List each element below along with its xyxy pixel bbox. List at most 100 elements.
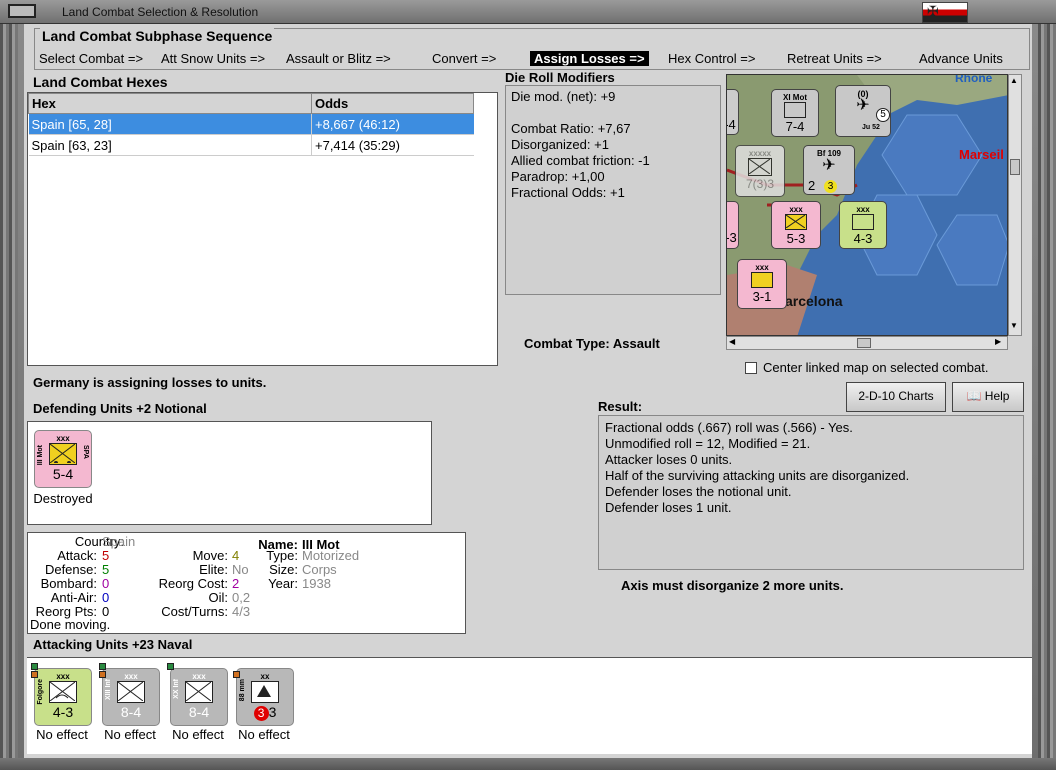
unit-badge: 3	[253, 706, 269, 721]
scroll-right-icon[interactable]: ▶	[995, 337, 1001, 346]
antiair-label: Anti-Air:	[50, 590, 97, 605]
unit-name: XX Inf	[173, 679, 180, 699]
infantry-symbol-icon	[748, 158, 772, 176]
map-label-barcelona: arcelona	[785, 293, 843, 309]
reorg-cost-label: Reorg Cost:	[158, 576, 228, 591]
scroll-up-icon[interactable]: ▲	[1010, 76, 1018, 85]
map-counter-xi-mot[interactable]: XI Mot 7-4	[771, 89, 819, 137]
odds-cell: +8,667 (46:12)	[311, 113, 474, 135]
unit-nation: SPA	[82, 445, 89, 459]
combat-type-value: Assault	[612, 336, 660, 351]
result-line: Defender loses the notional unit.	[605, 484, 792, 499]
hex-cell: Spain [63, 23]	[28, 134, 312, 156]
map-counter-value: 5-3	[786, 231, 806, 246]
attacking-unit-counter[interactable]: xxx 4-3 Folgore	[31, 663, 92, 726]
table-row[interactable]: Spain [65, 28] +8,667 (46:12)	[28, 113, 474, 135]
col-odds[interactable]: Odds	[311, 93, 474, 114]
status-dot	[167, 663, 174, 670]
map-horizontal-scrollbar[interactable]: ◀ ▶	[726, 336, 1008, 350]
artillery-symbol-icon	[251, 681, 279, 703]
subphase-step-advance-units[interactable]: Advance Units	[919, 51, 1003, 66]
center-map-label: Center linked map on selected combat.	[763, 360, 989, 375]
linked-map[interactable]: Rhone Marseil arcelona -4 XI Mot 7-4 (0)…	[726, 74, 1008, 336]
defending-units-panel: xxx 5-4 III Mot SPA Destroyed	[27, 421, 432, 525]
subphase-step-hex-control[interactable]: Hex Control =>	[668, 51, 755, 66]
subphase-step-select-combat[interactable]: Select Combat =>	[39, 51, 143, 66]
unit-strength: 8-4	[188, 704, 210, 720]
unit-size: xxx	[56, 434, 70, 443]
map-counter-vii-garr[interactable]: xxx 3-1	[737, 259, 787, 309]
defending-unit-counter[interactable]: xxx 5-4 III Mot SPA	[34, 430, 92, 488]
infantry-symbol-icon	[117, 681, 145, 703]
friction-line: Allied combat friction: -1	[511, 153, 650, 168]
result-line: Fractional odds (.667) roll was (.566) -…	[605, 420, 853, 435]
paratrooper-symbol-icon	[49, 681, 77, 703]
help-button-label: Help	[984, 389, 1010, 403]
unit-strength: 4-3	[52, 704, 74, 720]
result-line: Defender loses 1 unit.	[605, 500, 732, 515]
map-vertical-scrollbar[interactable]: ▲ ▼	[1008, 74, 1022, 336]
map-counter-badge: 3	[824, 180, 837, 193]
vertical-scroll-thumb[interactable]	[1010, 159, 1020, 175]
subphase-step-convert[interactable]: Convert =>	[432, 51, 496, 66]
type-label: Type:	[266, 548, 298, 563]
map-counter-folgore[interactable]: xxx 4-3	[839, 201, 887, 249]
result-heading: Result:	[598, 399, 643, 414]
map-counter-top: xxx	[789, 205, 803, 214]
result-line: Attacker loses 0 units.	[605, 452, 733, 467]
subphase-step-retreat-units[interactable]: Retreat Units =>	[787, 51, 882, 66]
horizontal-scroll-thumb[interactable]	[857, 338, 871, 348]
attacking-unit-counter[interactable]: xxx 8-4 XX Inf	[167, 663, 228, 726]
result-line: Half of the surviving attacking units ar…	[605, 468, 910, 483]
system-menu-button[interactable]	[8, 4, 36, 18]
unit-name: XIII Inf	[105, 679, 112, 700]
map-counter-xxxxx[interactable]: xxxxx 7(3)3	[735, 145, 785, 197]
die-roll-panel: Die mod. (net): +9 Combat Ratio: +7,67 D…	[505, 85, 721, 295]
bombard-value: 0	[102, 576, 110, 591]
col-hex[interactable]: Hex	[28, 93, 312, 114]
attack-value: 5	[102, 548, 110, 563]
map-counter-name: Ju 52	[862, 124, 880, 131]
map-counter-value: 7(3)3	[745, 177, 774, 191]
center-map-checkbox[interactable]	[745, 362, 757, 374]
die-roll-heading: Die Roll Modifiers	[505, 70, 615, 85]
map-counter-value: -4	[727, 117, 736, 132]
hexes-table: Hex Odds Spain [65, 28] +8,667 (46:12) S…	[28, 93, 474, 156]
attacking-unit-counter[interactable]: xx 33 88 mm	[233, 668, 294, 726]
map-counter-value: 3-1	[752, 289, 772, 304]
paradrop-line: Paradrop: +1,00	[511, 169, 605, 184]
scroll-down-icon[interactable]: ▼	[1010, 321, 1018, 330]
map-counter-ju52[interactable]: (0) ✈ Ju 52 5	[835, 85, 891, 137]
map-counter-value: 5	[876, 108, 890, 122]
unit-strength-row: 33	[237, 704, 293, 721]
subphase-step-att-snow-units[interactable]: Att Snow Units =>	[161, 51, 265, 66]
year-label: Year:	[268, 576, 298, 591]
map-counter[interactable]: -3	[727, 201, 739, 249]
map-counter-value: 7-4	[785, 119, 805, 134]
assigning-losses-text: Germany is assigning losses to units.	[33, 375, 267, 390]
title-bar: Land Combat Selection & Resolution	[0, 0, 1056, 24]
attacking-unit-counter[interactable]: xxx 8-4 XIII Inf	[99, 663, 160, 726]
defense-value: 5	[102, 562, 110, 577]
table-row[interactable]: Spain [63, 23] +7,414 (35:29)	[28, 134, 474, 156]
map-counter-bf109[interactable]: Bf 109 ✈ 2 3	[803, 145, 855, 195]
subphase-step-assault-or-blitz[interactable]: Assault or Blitz =>	[286, 51, 391, 66]
move-label: Move:	[192, 548, 228, 563]
attacking-unit-status: No effect	[104, 727, 156, 742]
charts-button[interactable]: 2-D-10 Charts	[846, 382, 946, 412]
attacking-unit-status: No effect	[172, 727, 224, 742]
map-counter[interactable]: -4	[727, 89, 739, 135]
map-counter-iv-inf[interactable]: xxx 5-3	[771, 201, 821, 249]
map-label-rhone: Rhone	[955, 74, 993, 85]
scroll-left-icon[interactable]: ◀	[729, 337, 735, 346]
map-label-marseille: Marseil	[959, 147, 1004, 162]
combat-type-label: Combat Type:	[524, 336, 610, 351]
help-button[interactable]: 📖 Help	[952, 382, 1024, 412]
help-book-icon: 📖	[966, 389, 982, 403]
subphase-step-assign-losses[interactable]: Assign Losses =>	[530, 51, 649, 66]
unit-name: III Mot	[37, 445, 44, 466]
status-dot	[233, 671, 240, 678]
die-mod-spacer	[511, 105, 715, 121]
status-dot	[31, 671, 38, 678]
combat-type: Combat Type: Assault	[524, 336, 660, 351]
